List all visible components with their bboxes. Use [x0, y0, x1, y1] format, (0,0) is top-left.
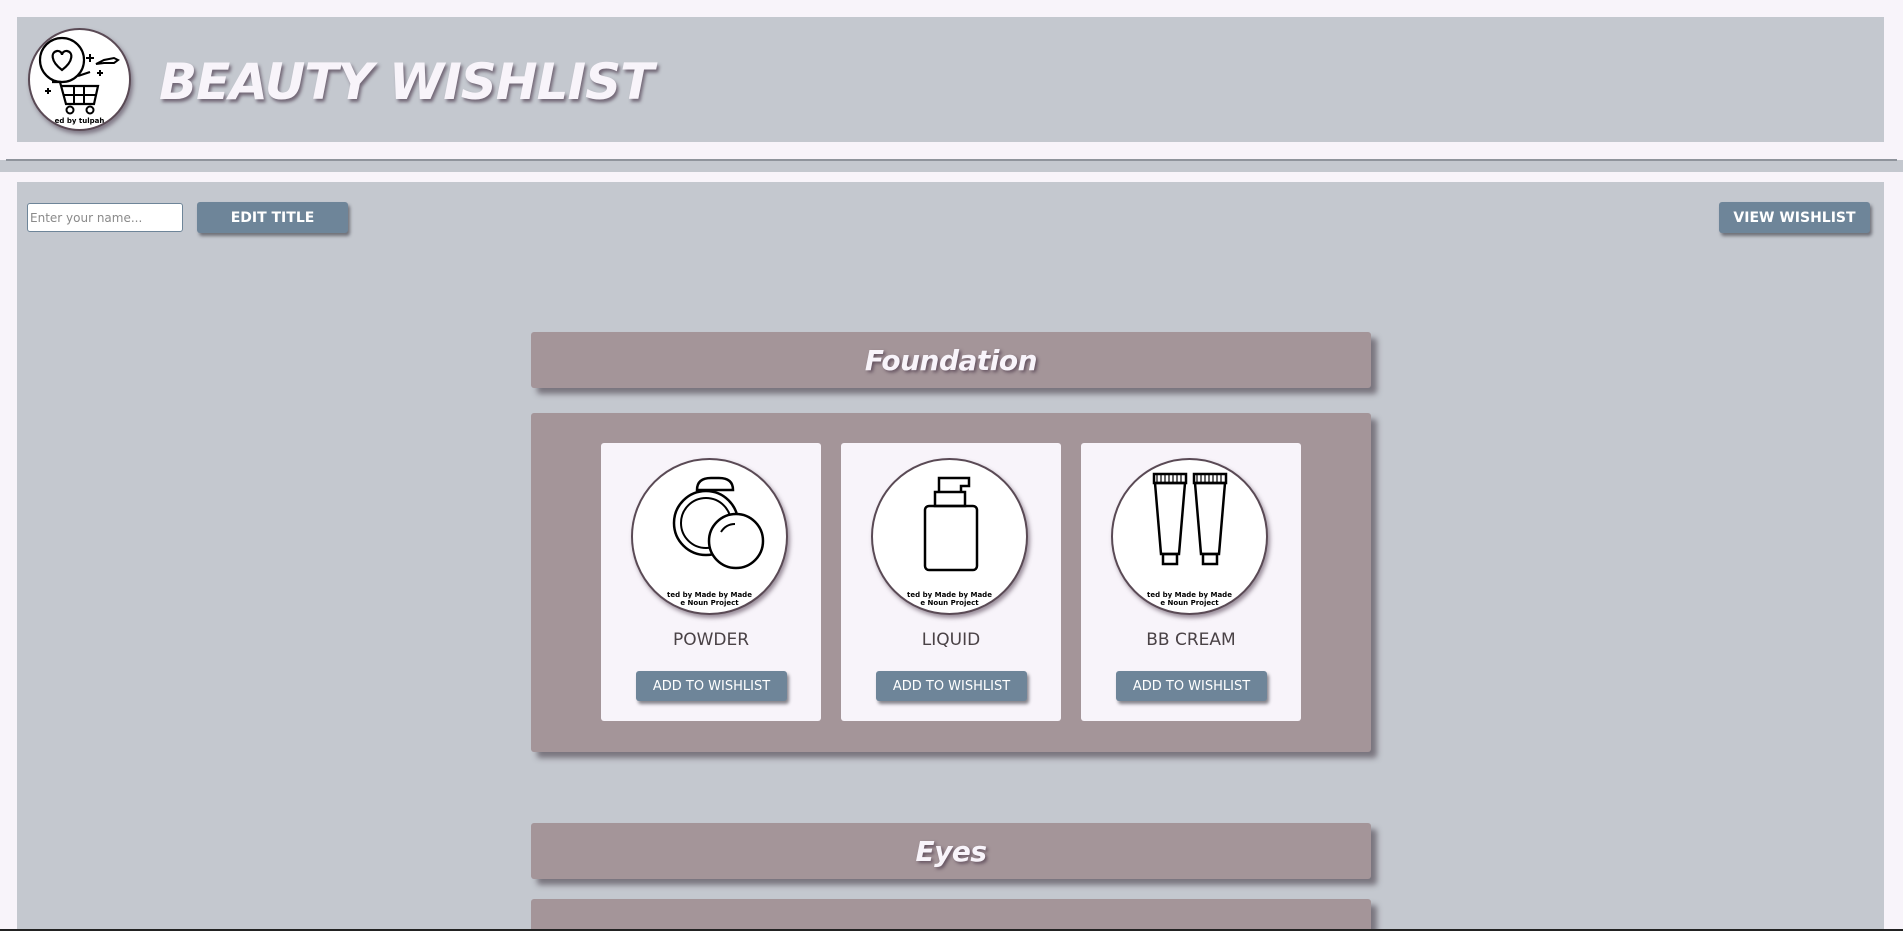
image-credit-line: ted by Made by Made — [1147, 591, 1232, 599]
product-name: LIQUID — [921, 630, 981, 650]
image-credit-line: e Noun Project — [680, 599, 739, 607]
header: ed by tulpah BEAUTY WISHLIST — [17, 17, 1884, 142]
category-panel-eyes — [531, 899, 1371, 931]
product-image: ted by Made by Made e Noun Project — [631, 458, 788, 615]
product-image: ted by Made by Made e Noun Project — [1111, 458, 1268, 615]
product-name: POWDER — [672, 630, 750, 650]
image-credit-line: e Noun Project — [920, 599, 979, 607]
product-card-liquid: ted by Made by Made e Noun Project LIQUI… — [841, 443, 1061, 721]
logo: ed by tulpah — [28, 28, 131, 131]
add-to-wishlist-button[interactable]: ADD TO WISHLIST — [876, 671, 1027, 701]
product-name: BB CREAM — [1146, 630, 1236, 650]
site-title: BEAUTY WISHLIST — [159, 53, 654, 111]
image-credit: ted by Made by Made e Noun Project — [873, 591, 1026, 607]
product-image: ted by Made by Made e Noun Project — [871, 458, 1028, 615]
add-to-wishlist-button[interactable]: ADD TO WISHLIST — [1116, 671, 1267, 701]
image-credit-line: ted by Made by Made — [907, 591, 992, 599]
image-credit-line: ted by Made by Made — [667, 591, 752, 599]
name-input[interactable] — [27, 203, 183, 232]
logo-credit: ed by tulpah — [54, 117, 105, 125]
product-card-powder: ted by Made by Made e Noun Project POWDE… — [601, 443, 821, 721]
header-divider — [6, 159, 1897, 161]
view-wishlist-button[interactable]: VIEW WISHLIST — [1719, 202, 1870, 233]
add-to-wishlist-button[interactable]: ADD TO WISHLIST — [636, 671, 787, 701]
image-credit-line: e Noun Project — [1160, 599, 1219, 607]
category-header-foundation: Foundation — [531, 332, 1371, 388]
image-credit: ted by Made by Made e Noun Project — [633, 591, 786, 607]
product-card-bb-cream: ted by Made by Made e Noun Project BB CR… — [1081, 443, 1301, 721]
category-panel-foundation: ted by Made by Made e Noun Project POWDE… — [531, 413, 1371, 752]
category-header-eyes: Eyes — [531, 823, 1371, 879]
image-credit: ted by Made by Made e Noun Project — [1113, 591, 1266, 607]
edit-title-button[interactable]: EDIT TITLE — [197, 202, 348, 233]
heart-cart-icon — [38, 36, 120, 115]
